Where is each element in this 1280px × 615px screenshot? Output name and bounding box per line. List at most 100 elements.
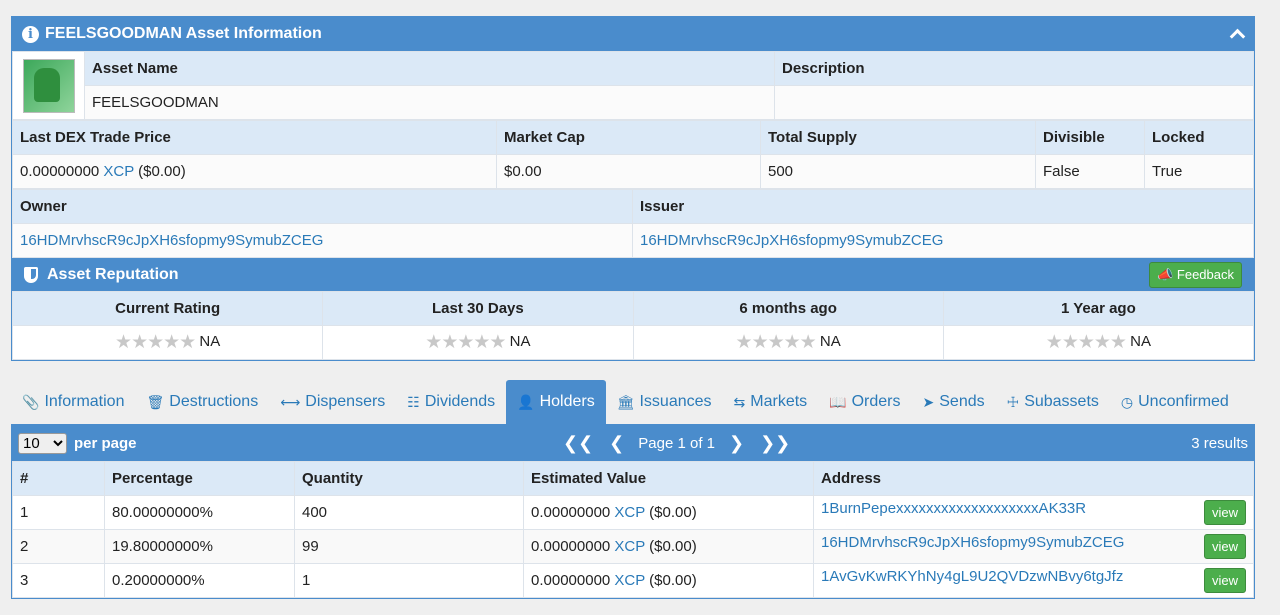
asset-tabs: 📎 Information 🗑 Destructions ⟷ Dispensers ☷… [11,380,1255,424]
col-header-address: Address [813,461,1254,496]
reputation-title: Asset Reputation [47,265,179,283]
exchange-icon: ⇆ [733,393,746,410]
tab-label: Issuances [639,393,712,410]
rating-current: ★★★★★ NA [11,325,324,360]
asset-thumbnail-cell [12,51,85,120]
rating-value: NA [819,333,841,350]
owner-address-link[interactable]: 16HDMrvhscR9cJpXH6sfopmy9SymubZCEG [20,232,323,249]
row-address: 1BurnPepexxxxxxxxxxxxxxxxxxxAK33R view [813,495,1254,530]
row-quantity: 400 [294,495,524,530]
star-rating-icon[interactable]: ★★★★★ [115,332,196,353]
megaphone-icon: 📣 [1157,266,1174,282]
row-number: 1 [12,495,105,530]
divisible-header: Divisible [1035,120,1145,155]
per-page-select[interactable]: 10 [18,432,67,454]
xcp-link[interactable]: XCP [103,163,134,180]
row-address: 16HDMrvhscR9cJpXH6sfopmy9SymubZCEG view [813,529,1254,564]
feedback-button[interactable]: 📣 Feedback [1149,261,1242,288]
tab-label: Destructions [169,393,259,410]
rating-header-6-months: 6 months ago [632,291,944,326]
owner-issuer-table: Owner Issuer 16HDMrvhscR9cJpXH6sfopmy9Sy… [12,189,1254,258]
last-page-icon[interactable]: ❯❯ [752,433,798,454]
total-supply-value: 500 [760,154,1036,189]
value-usd: ($0.00) [649,572,697,589]
asset-info-header: i FEELSGOODMAN Asset Information [12,17,1254,51]
xcp-link[interactable]: XCP [614,504,645,521]
tab-label: Dividends [424,393,496,410]
trade-price-cell: 0.00000000 XCP ($0.00) [12,154,497,189]
view-button[interactable]: view [1203,534,1246,559]
tab-information[interactable]: 📎 Information [11,380,135,424]
row-estimated-value: 0.00000000 XCP ($0.00) [523,495,814,530]
child-icon: ☩ [1006,393,1020,410]
rating-1-year: ★★★★★ NA [942,325,1255,360]
next-page-icon[interactable]: ❯ [721,433,752,454]
rating-header-30-days: Last 30 Days [322,291,634,326]
market-cap-header: Market Cap [496,120,761,155]
tab-destructions[interactable]: 🗑 Destructions [135,380,269,424]
view-button[interactable]: view [1203,568,1246,593]
value-usd: ($0.00) [649,504,697,521]
bank-icon: 🏛 [616,393,635,410]
tab-issuances[interactable]: 🏛 Issuances [606,380,723,424]
tab-dispensers[interactable]: ⟷ Dispensers [269,380,396,424]
xcp-link[interactable]: XCP [614,538,645,555]
description-value [774,85,1254,120]
locked-header: Locked [1144,120,1254,155]
tab-label: Dispensers [305,393,386,410]
prev-page-icon[interactable]: ❮ [601,433,632,454]
reputation-table: Current Rating Last 30 Days 6 months ago… [11,291,1255,360]
value-amount: 0.00000000 [531,572,611,589]
star-rating-icon[interactable]: ★★★★★ [1046,332,1127,353]
col-header-estimated-value: Estimated Value [523,461,814,496]
owner-header: Owner [12,189,633,224]
row-quantity: 1 [294,563,524,598]
tab-label: Sends [939,393,985,410]
shield-icon [24,266,38,283]
col-header-number: # [12,461,105,496]
holders-toolbar: 10 per page ❮❮ ❮ Page 1 of 1 ❯ ❯❯ 3 resu… [12,425,1254,461]
holder-address-link[interactable]: 1BurnPepexxxxxxxxxxxxxxxxxxxAK33R [821,500,1086,517]
holders-panel: 10 per page ❮❮ ❮ Page 1 of 1 ❯ ❯❯ 3 resu… [11,424,1255,599]
total-supply-header: Total Supply [760,120,1036,155]
row-percentage: 0.20000000% [104,563,295,598]
tab-orders[interactable]: 📖 Orders [818,380,911,424]
value-usd: ($0.00) [649,538,697,555]
arrows-horizontal-icon: ⟷ [280,393,301,410]
asset-info-title: FEELSGOODMAN Asset Information [45,25,322,42]
value-amount: 0.00000000 [531,504,611,521]
tab-label: Information [44,393,125,410]
asset-image[interactable] [22,58,75,113]
description-header: Description [774,51,1254,86]
view-button[interactable]: view [1203,500,1246,525]
locked-value: True [1144,154,1254,189]
sitemap-icon: ☷ [407,393,420,410]
row-estimated-value: 0.00000000 XCP ($0.00) [523,529,814,564]
first-page-icon[interactable]: ❮❮ [555,433,601,454]
rating-value: NA [1130,333,1151,350]
tab-holders[interactable]: 👤 Holders [506,380,606,424]
star-rating-icon[interactable]: ★★★★★ [736,332,817,353]
star-rating-icon[interactable]: ★★★★★ [425,332,506,353]
row-address: 1AvGvKwRKYhNy4gL9U2QVDzwNBvy6tgJfz view [813,563,1254,598]
paperclip-icon: 📎 [22,393,40,410]
xcp-link[interactable]: XCP [614,572,645,589]
value-amount: 0.00000000 [531,538,611,555]
table-row: 3 0.20000000% 1 0.00000000 XCP ($0.00) 1… [12,563,1254,598]
collapse-chevron-up-icon[interactable] [1230,27,1244,41]
rating-header-1-year: 1 Year ago [942,291,1255,326]
tab-unconfirmed[interactable]: ◷ Unconfirmed [1110,380,1240,424]
table-row: 2 19.80000000% 99 0.00000000 XCP ($0.00)… [12,529,1254,564]
tab-sends[interactable]: ➤ Sends [912,380,996,424]
holder-address-link[interactable]: 16HDMrvhscR9cJpXH6sfopmy9SymubZCEG [821,534,1124,551]
issuer-address-link[interactable]: 16HDMrvhscR9cJpXH6sfopmy9SymubZCEG [640,232,943,249]
tab-dividends[interactable]: ☷ Dividends [396,380,506,424]
tab-markets[interactable]: ⇆ Markets [723,380,819,424]
asset-stats-table: Last DEX Trade Price Market Cap Total Su… [12,120,1254,189]
info-icon: i [22,25,39,43]
book-icon: 📖 [829,393,847,410]
page-indicator: Page 1 of 1 [638,434,715,452]
holder-address-link[interactable]: 1AvGvKwRKYhNy4gL9U2QVDzwNBvy6tgJfz [821,568,1123,585]
issuer-header: Issuer [632,189,1254,224]
tab-subassets[interactable]: ☩ Subassets [996,380,1110,424]
